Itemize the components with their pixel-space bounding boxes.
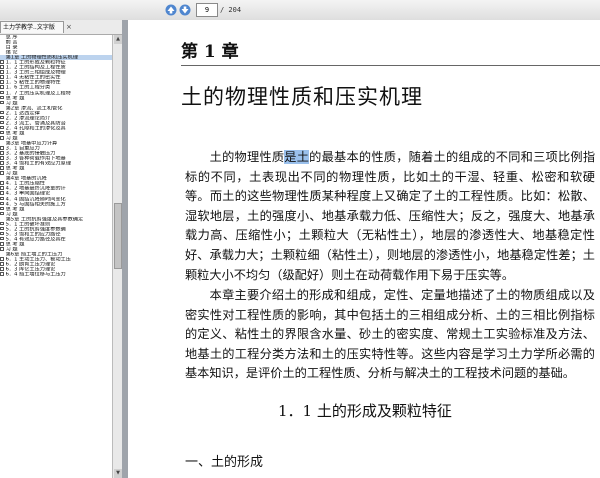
checkbox[interactable] bbox=[0, 70, 4, 74]
paragraph-text: 土的物理性质 bbox=[209, 150, 285, 164]
checkbox[interactable] bbox=[0, 231, 4, 236]
checkbox[interactable] bbox=[0, 236, 4, 241]
checkbox[interactable] bbox=[0, 161, 4, 165]
checkbox[interactable] bbox=[0, 120, 4, 125]
checkbox[interactable] bbox=[0, 75, 4, 79]
checkbox[interactable] bbox=[0, 181, 4, 185]
chapter-rule bbox=[181, 65, 600, 67]
sidebar-tab-bar: 土力学教学..文字版 × bbox=[0, 20, 122, 35]
checkbox[interactable] bbox=[0, 115, 4, 120]
bookmark-sidebar: 总 序前 言目 录绪 论第1章 土的物理性质和压实机理 1．1 土的形成及颗粒特征… bbox=[0, 35, 112, 478]
paragraph-text: 的最基本的性质，随着土的组成的不同和三项比例指标的不同，土表现出不同的物理性质，… bbox=[185, 150, 596, 282]
scroll-down-icon[interactable]: ▼ bbox=[114, 469, 122, 478]
previous-page-icon[interactable] bbox=[165, 4, 177, 16]
checkbox[interactable] bbox=[0, 211, 4, 216]
sidebar-scrollbar[interactable]: ▲ ▼ bbox=[112, 35, 122, 478]
bookmark-tree: 总 序前 言目 录绪 论第1章 土的物理性质和压实机理 1．1 土的形成及颗粒特征… bbox=[0, 35, 112, 277]
checkbox[interactable] bbox=[0, 85, 4, 90]
checkbox[interactable] bbox=[0, 166, 4, 170]
checkbox[interactable] bbox=[0, 156, 4, 160]
toolbar: 9 / 204 bbox=[0, 0, 600, 21]
paragraph-text: 本章主要介绍土的形成和组成，定性、定量地描述了土的物质组成以及密实性对工程性质的… bbox=[185, 288, 595, 381]
body-paragraph-2: 本章主要介绍土的形成和组成，定性、定量地描述了土的物质组成以及密实性对工程性质的… bbox=[185, 286, 595, 384]
scroll-up-icon[interactable]: ▲ bbox=[114, 35, 122, 44]
checkbox[interactable] bbox=[0, 257, 4, 261]
checkbox[interactable] bbox=[0, 186, 4, 190]
checkbox[interactable] bbox=[0, 65, 4, 69]
checkbox[interactable] bbox=[0, 135, 4, 140]
checkbox[interactable] bbox=[0, 80, 4, 85]
checkbox[interactable] bbox=[0, 221, 4, 226]
checkbox[interactable] bbox=[0, 146, 4, 150]
selected-text-highlight[interactable]: 是土 bbox=[284, 150, 310, 164]
checkbox[interactable] bbox=[0, 201, 4, 206]
checkbox[interactable] bbox=[0, 246, 4, 251]
close-tab-icon[interactable]: × bbox=[66, 22, 72, 32]
section-title: 1．1 土的形成及颗粒特征 bbox=[278, 402, 452, 420]
checkbox[interactable] bbox=[0, 226, 4, 231]
page-number-input[interactable]: 9 bbox=[196, 3, 218, 17]
checkbox[interactable] bbox=[0, 110, 4, 115]
checkbox[interactable] bbox=[0, 262, 4, 266]
next-page-icon[interactable] bbox=[179, 4, 191, 16]
bookmark-item[interactable]: 6．4 挡土墙位移与土压力 bbox=[0, 272, 112, 277]
page-total: / 204 bbox=[220, 6, 242, 14]
body-paragraph-1: 土的物理性质是土的最基本的性质，随着土的组成的不同和三项比例指标的不同，土表现出… bbox=[185, 148, 595, 285]
bookmark-label: 6．4 挡土墙位移与土压力 bbox=[5, 272, 66, 278]
checkbox[interactable] bbox=[0, 241, 4, 246]
document-page: 第 1 章 土的物理性质和压实机理 土的物理性质是土的最基本的性质，随着土的组成… bbox=[128, 20, 600, 478]
checkbox[interactable] bbox=[0, 206, 4, 211]
checkbox[interactable] bbox=[0, 100, 4, 105]
document-tab[interactable]: 土力学教学..文字版 bbox=[0, 21, 64, 33]
checkbox[interactable] bbox=[0, 125, 4, 130]
scrollbar-thumb[interactable] bbox=[114, 203, 122, 269]
chapter-label: 第 1 章 bbox=[181, 42, 239, 62]
checkbox[interactable] bbox=[0, 130, 4, 135]
checkbox[interactable] bbox=[0, 60, 4, 64]
chapter-title: 土的物理性质和压实机理 bbox=[181, 85, 423, 109]
checkbox[interactable] bbox=[0, 151, 4, 155]
checkbox[interactable] bbox=[0, 171, 4, 175]
checkbox[interactable] bbox=[0, 90, 4, 95]
checkbox[interactable] bbox=[0, 191, 4, 196]
checkbox[interactable] bbox=[0, 272, 4, 276]
checkbox[interactable] bbox=[0, 267, 4, 271]
checkbox[interactable] bbox=[0, 196, 4, 201]
checkbox[interactable] bbox=[0, 95, 4, 100]
subsection-title: 一、土的形成 bbox=[185, 455, 264, 470]
